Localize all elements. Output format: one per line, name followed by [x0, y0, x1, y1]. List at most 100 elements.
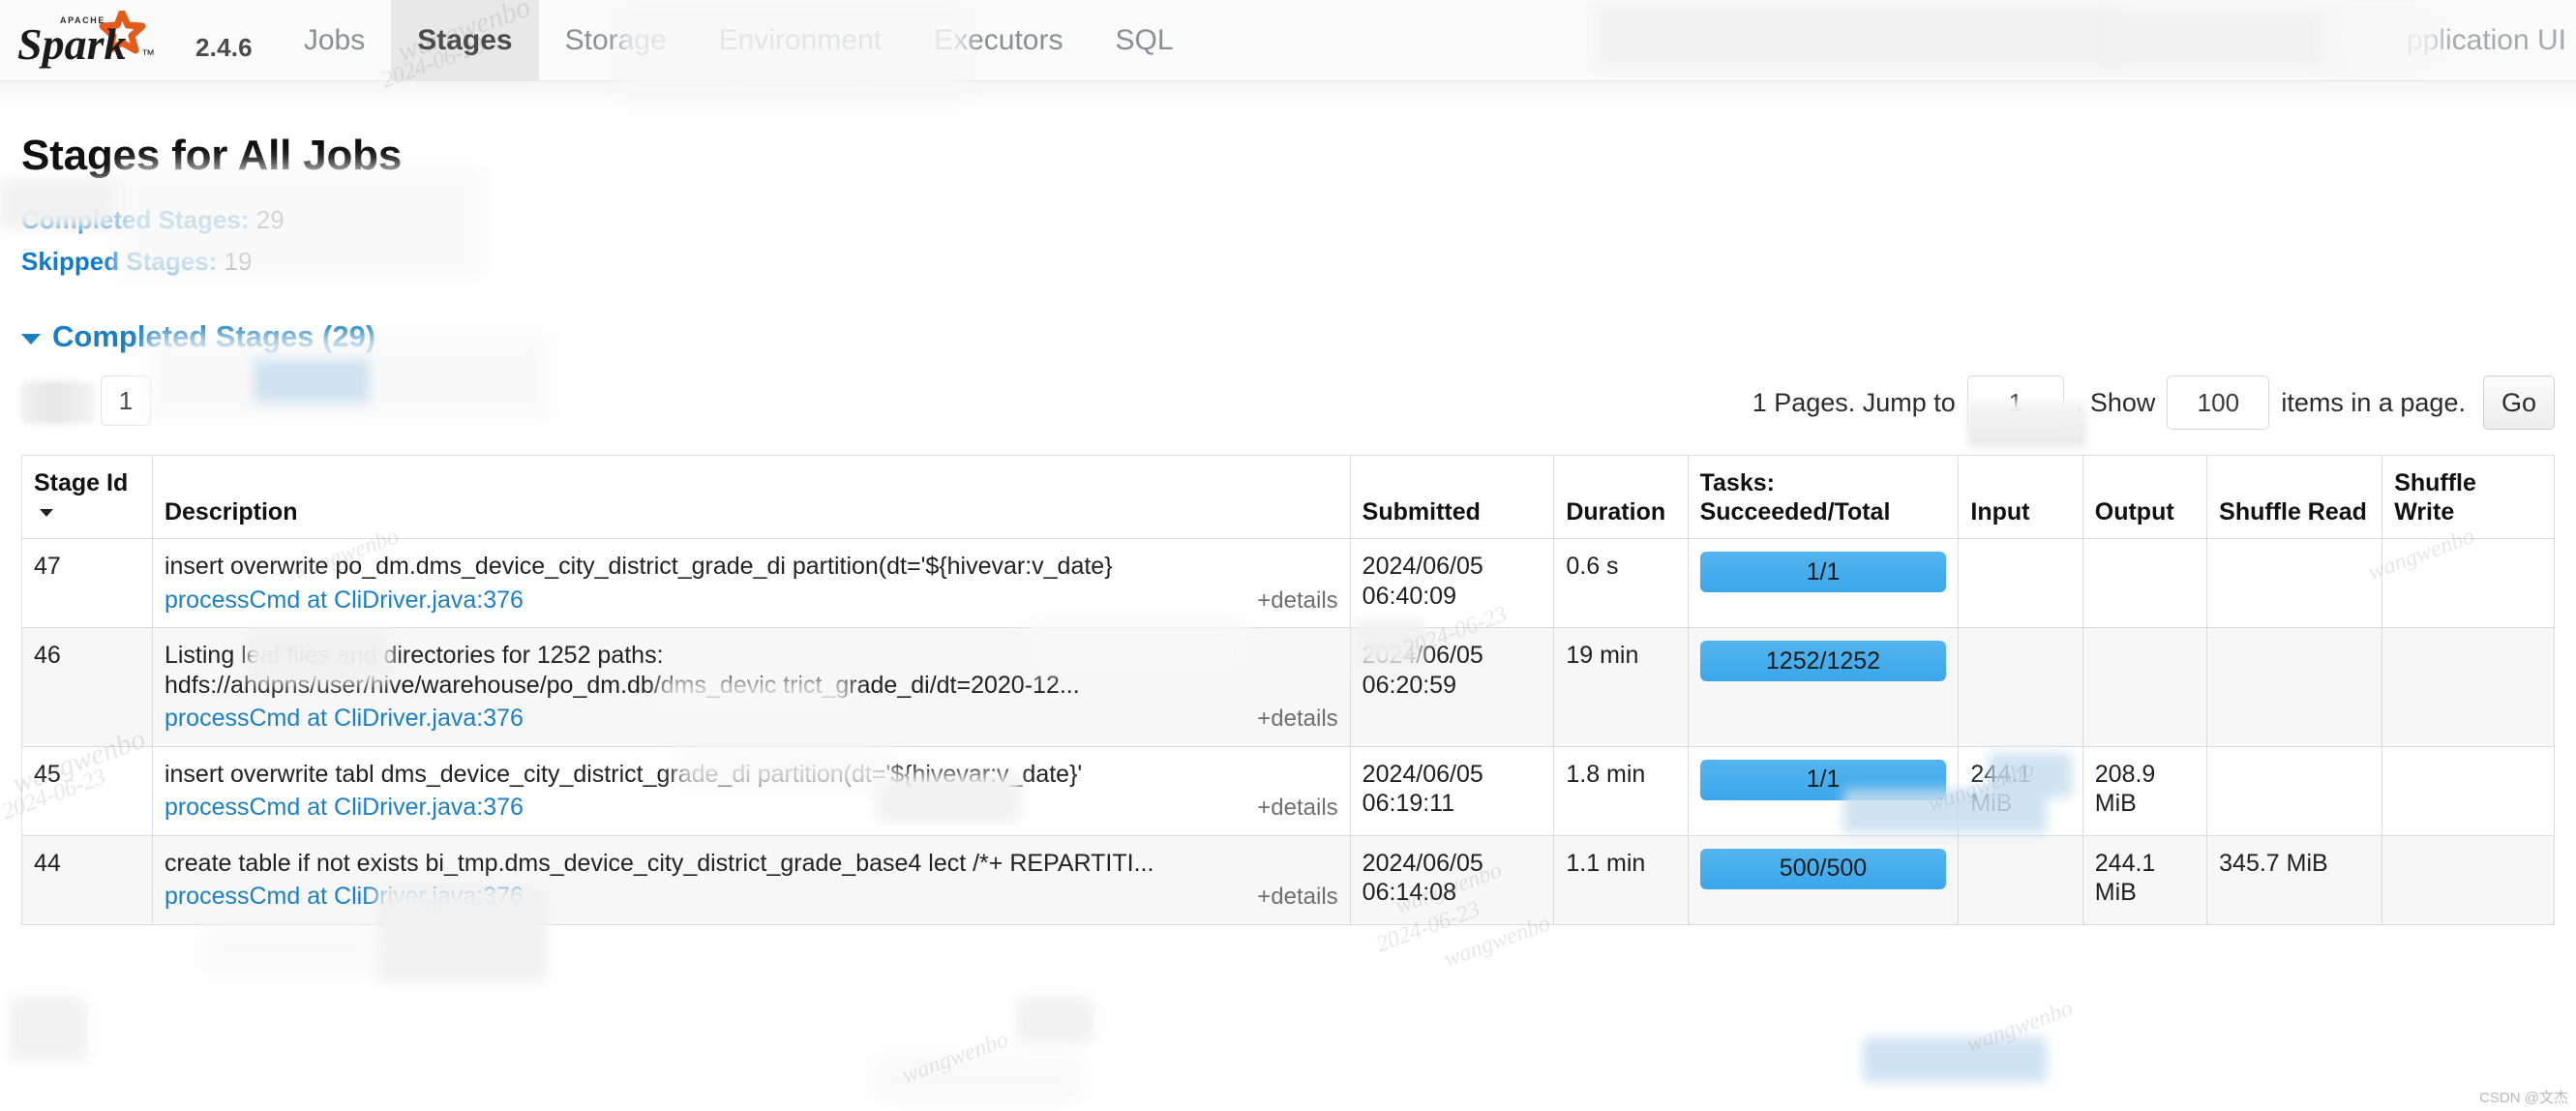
column-header-duration[interactable]: Duration [1553, 455, 1689, 539]
column-header-shuffle-read[interactable]: Shuffle Read [2206, 455, 2383, 539]
completed-stages-value: 29 [255, 205, 285, 234]
submitted-date: 2024/06/05 [1362, 760, 1483, 788]
brand[interactable]: APACHE Spark ™ 2.4.6 [17, 10, 278, 71]
column-header-submitted[interactable]: Submitted [1349, 455, 1555, 539]
cell-shuffle-read [2206, 627, 2383, 747]
submitted-time: 06:19:11 [1362, 790, 1455, 817]
nav-item-stages[interactable]: Stages [391, 0, 539, 81]
column-header-input[interactable]: Input [1958, 455, 2083, 539]
cell-stage-id: 46 [21, 627, 153, 747]
table-row[interactable]: 44 create table if not exists bi_tmp.dms… [21, 834, 2555, 925]
cell-output: 208.9 MiB [2082, 745, 2208, 836]
description-text: insert overwrite po_dm.dms_device_city_d… [164, 553, 1113, 580]
page-number-button-1[interactable]: 1 [101, 375, 151, 426]
table-row[interactable]: 45 insert overwrite tabl dms_device_city… [21, 745, 2555, 836]
nav-shadow [0, 81, 2576, 110]
submitted-time: 06:20:59 [1362, 671, 1456, 699]
description-link[interactable]: processCmd at CliDriver.java:376 [165, 586, 524, 616]
completed-stages-label: Completed Stages: [21, 205, 250, 234]
skipped-stages-label: Skipped Stages: [21, 247, 218, 276]
page-title: Stages for All Jobs [21, 132, 403, 179]
column-header-submitted-label: Submitted [1362, 497, 1481, 525]
cell-output [2082, 627, 2208, 747]
cell-tasks: 1252/1252 [1687, 627, 1960, 747]
description-link[interactable]: processCmd at CliDriver.java:376 [165, 882, 524, 912]
column-header-stage-id[interactable]: Stage Id [21, 455, 153, 539]
column-header-output[interactable]: Output [2082, 455, 2208, 539]
description-link[interactable]: processCmd at CliDriver.java:376 [165, 793, 524, 823]
task-progress-label: 1/1 [1806, 766, 1841, 794]
nav-item-storage[interactable]: Storage [539, 0, 693, 81]
column-header-shuffle-read-label: Shuffle Read [2219, 497, 2367, 525]
completed-stages-summary: Completed Stages: 29 [21, 205, 2555, 235]
submitted-date: 2024/06/05 [1362, 553, 1483, 580]
main-content: Stages for All Jobs Completed Stages: 29… [0, 132, 2576, 925]
description-footer: processCmd at CliDriver.java:376 +detail… [165, 882, 1338, 912]
cell-duration: 19 min [1553, 627, 1689, 747]
description-text: Listing leaf files and directories for 1… [164, 642, 664, 669]
details-toggle[interactable]: +details [1257, 586, 1337, 615]
details-toggle[interactable]: +details [1257, 794, 1337, 822]
credit-label: CSDN @文杰 [2479, 1090, 2568, 1106]
task-progress-bar: 1252/1252 [1699, 641, 1947, 681]
pagination-controls: 1 1 Pages. Jump to . Show items in a pag… [21, 375, 2555, 447]
table-header-row: Stage Id Description Submitted Duration … [21, 455, 2555, 539]
svg-text:™: ™ [141, 46, 155, 62]
task-progress-label: 1252/1252 [1765, 646, 1881, 675]
cell-stage-id: 45 [21, 745, 153, 836]
column-header-tasks-top: Tasks: [1699, 469, 1775, 496]
table-body: 47 insert overwrite po_dm.dms_device_cit… [21, 538, 2555, 925]
column-header-duration-label: Duration [1566, 497, 1666, 525]
chevron-down-icon [21, 334, 41, 345]
column-header-tasks[interactable]: Tasks: Succeeded/Total [1687, 455, 1960, 539]
watermark-text: wangwenbo [898, 1027, 1012, 1089]
show-label: . Show [2075, 387, 2156, 417]
submitted-time: 06:40:09 [1362, 582, 1456, 610]
column-header-description[interactable]: Description [151, 455, 1351, 539]
redaction-navbar-1 [1597, 6, 2119, 68]
column-header-shuffle-write[interactable]: Shuffle Write [2381, 455, 2555, 539]
nav-item-jobs[interactable]: Jobs [278, 0, 391, 81]
completed-stages-section-toggle[interactable]: Completed Stages (29) [21, 319, 2555, 354]
table-row[interactable]: 46 Listing leaf files and directories fo… [21, 627, 2555, 747]
cell-shuffle-read [2206, 538, 2383, 628]
cell-description: create table if not exists bi_tmp.dms_de… [151, 834, 1351, 925]
cell-input [1958, 834, 2083, 925]
nav-item-executors[interactable]: Executors [908, 0, 1089, 81]
sort-descending-icon [40, 508, 53, 517]
cell-description: insert overwrite tabl dms_device_city_di… [151, 745, 1351, 836]
details-toggle[interactable]: +details [1257, 705, 1337, 733]
nav-item-sql[interactable]: SQL [1089, 0, 1199, 81]
column-header-description-label: Description [164, 497, 298, 525]
watermark-text: wangwenbo [1962, 996, 2077, 1058]
spark-logo-icon: APACHE Spark ™ [17, 10, 182, 71]
svg-text:Spark: Spark [17, 19, 126, 69]
cell-duration: 1.8 min [1553, 745, 1689, 836]
jump-to-page-input[interactable] [1966, 375, 2064, 430]
table-row[interactable]: 47 insert overwrite po_dm.dms_device_cit… [21, 538, 2555, 628]
cell-stage-id: 44 [21, 834, 153, 925]
column-header-output-label: Output [2094, 497, 2174, 525]
description-footer: processCmd at CliDriver.java:376 +detail… [165, 586, 1338, 616]
task-progress-bar: 1/1 [1699, 552, 1947, 592]
go-button[interactable]: Go [2482, 375, 2555, 430]
description-footer: processCmd at CliDriver.java:376 +detail… [165, 704, 1338, 734]
nav-items: Jobs Stages Storage Environment Executor… [278, 0, 1200, 81]
redaction-row44-tasks [1863, 1037, 2047, 1082]
nav-item-environment[interactable]: Environment [693, 0, 908, 81]
cell-description: insert overwrite po_dm.dms_device_city_d… [151, 538, 1351, 628]
cell-description: Listing leaf files and directories for 1… [151, 627, 1351, 747]
details-toggle[interactable]: +details [1257, 883, 1337, 911]
description-link[interactable]: processCmd at CliDriver.java:376 [165, 704, 524, 734]
task-progress-label: 1/1 [1806, 557, 1841, 586]
task-progress-label: 500/500 [1779, 855, 1868, 883]
cell-duration: 1.1 min [1553, 834, 1689, 925]
submitted-date: 2024/06/05 [1362, 642, 1483, 669]
page-size-input[interactable] [2167, 375, 2270, 430]
cell-output: 244.1 MiB [2082, 834, 2208, 925]
submitted-time: 06:14:08 [1362, 879, 1456, 906]
redaction-row44-id [10, 997, 87, 1061]
cell-submitted: 2024/06/05 06:20:59 [1349, 627, 1555, 747]
cell-submitted: 2024/06/05 06:19:11 [1349, 745, 1555, 836]
cell-tasks: 1/1 [1687, 745, 1960, 836]
